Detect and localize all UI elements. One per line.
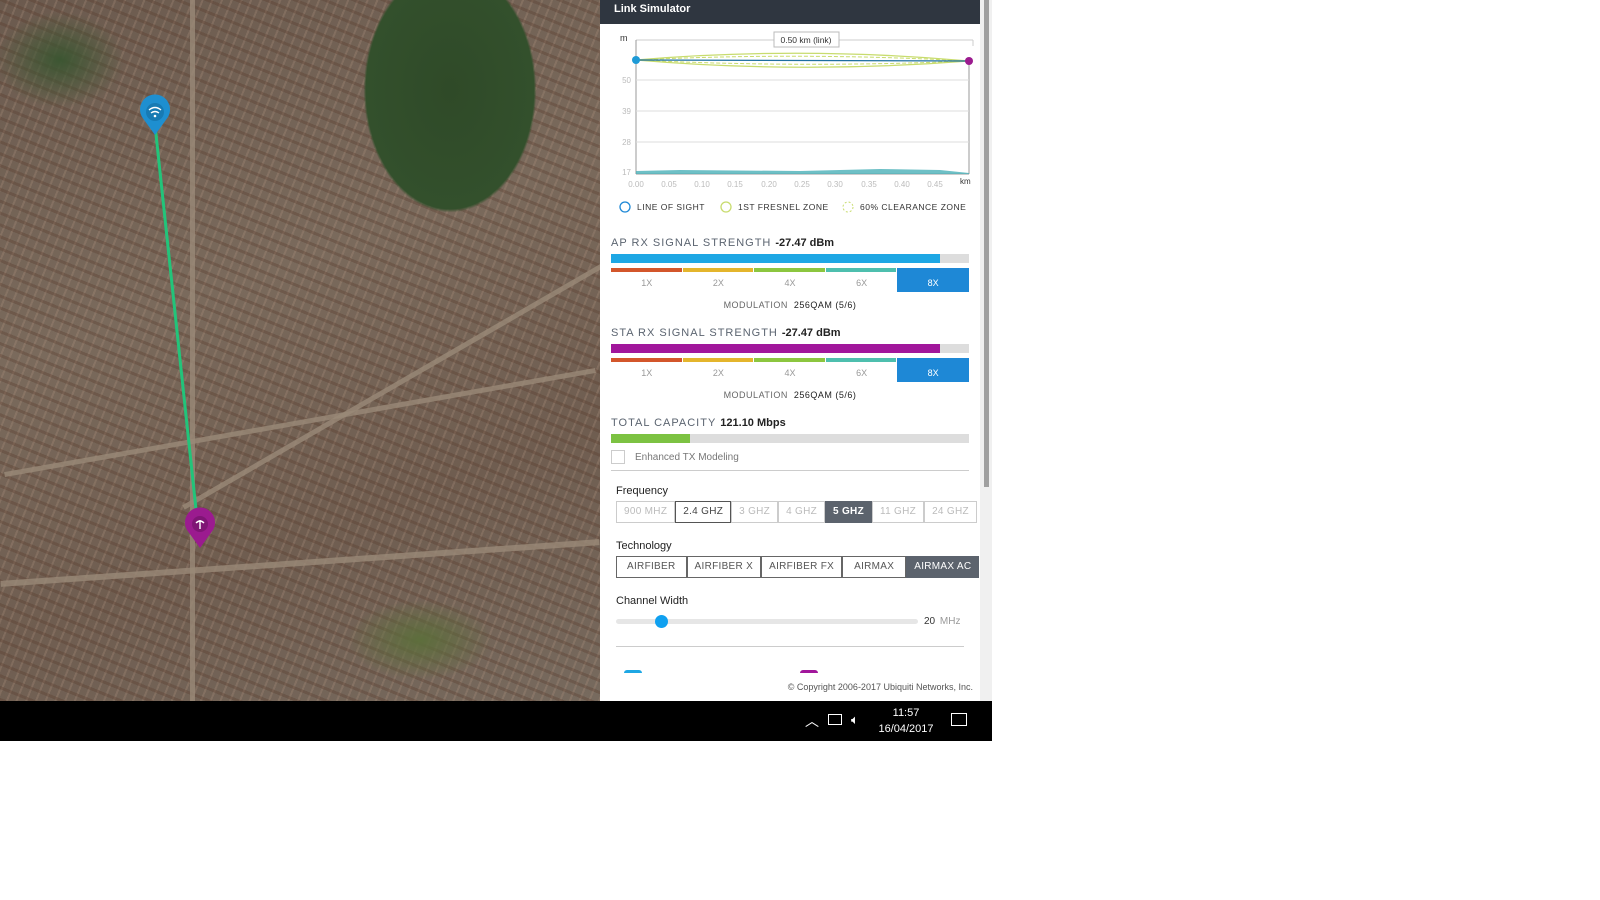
date: 16/04/2017 <box>878 723 934 735</box>
network-icon[interactable] <box>828 714 842 725</box>
time: 11:57 <box>892 707 920 719</box>
sta-signal-section: STA RX SIGNAL STRENGTH -27.47 dBm 1X 2X 4… <box>611 327 969 400</box>
tech-airmax-ac[interactable]: AIRMAX AC <box>906 556 980 578</box>
chevron-up-icon[interactable]: ︿ <box>805 711 819 731</box>
panel-title: Link Simulator <box>600 0 980 24</box>
link-line <box>153 124 200 529</box>
mod-1x: 1X <box>611 358 683 382</box>
volume-icon[interactable]: 🔈︎ <box>851 712 859 728</box>
sta-marker-icon <box>185 507 215 548</box>
slider-handle[interactable] <box>655 615 669 628</box>
freq-900mhz[interactable]: 900 MHZ <box>616 501 676 523</box>
capacity-label: TOTAL CAPACITY <box>611 417 717 429</box>
x-tick: 0.45 <box>927 180 943 189</box>
sta-signal-bar <box>611 344 969 353</box>
legend-clearance-zone: 60% CLEARANCE ZONE <box>860 202 966 212</box>
mod-8x: 8X <box>897 358 969 382</box>
mod-2x: 2X <box>682 268 755 292</box>
ap-signal-label: AP RX SIGNAL STRENGTH <box>611 237 772 249</box>
enhanced-tx-label: Enhanced TX Modeling <box>635 451 739 463</box>
ap-modulation: MODULATION 256QAM (5/6) <box>723 300 857 310</box>
mod-8x: 8X <box>897 268 969 292</box>
mod-1x: 1X <box>611 268 683 292</box>
frequency-selector: 900 MHZ 2.4 GHZ 3 GHZ 4 GHZ 5 GHZ 11 GHZ… <box>616 501 977 523</box>
tech-airmax[interactable]: AIRMAX <box>842 556 907 578</box>
capacity-bar <box>611 434 969 443</box>
ap-signal-value: -27.47 dBm <box>775 237 835 249</box>
tech-airfiber-fx[interactable]: AIRFIBER FX <box>761 556 843 578</box>
x-tick: 0.25 <box>794 180 810 189</box>
scrollbar-thumb[interactable] <box>984 0 989 487</box>
y-tick: 39 <box>622 107 631 116</box>
y-tick: 17 <box>622 168 631 177</box>
x-axis-unit: km <box>960 177 971 186</box>
terrain-profile <box>636 169 969 174</box>
action-center-icon[interactable] <box>951 713 967 726</box>
ap-signal-section: AP RX SIGNAL STRENGTH -27.47 dBm 1X 2X 4X… <box>611 237 969 310</box>
freq-2-4ghz[interactable]: 2.4 GHZ <box>675 501 732 523</box>
sta-signal-value: -27.47 dBm <box>781 327 841 339</box>
freq-5ghz[interactable]: 5 GHZ <box>825 501 872 523</box>
freq-11ghz[interactable]: 11 GHZ <box>871 501 925 523</box>
divider <box>616 646 964 647</box>
channel-width-value: 20 MHz <box>924 616 961 627</box>
copyright: © Copyright 2006-2017 Ubiquiti Networks,… <box>787 682 973 692</box>
tech-airfiber-x[interactable]: AIRFIBER X <box>686 556 762 578</box>
sta-endpoint <box>965 57 973 65</box>
channel-width-label: Channel Width <box>616 595 689 607</box>
x-tick: 0.15 <box>727 180 743 189</box>
ap-device-icon <box>624 670 642 673</box>
elevation-chart: m 0.50 km (link) 50 39 28 17 0.00 0.05 0… <box>619 31 974 213</box>
legend-line-of-sight: LINE OF SIGHT <box>637 202 705 212</box>
ap-endpoint <box>632 56 640 64</box>
link-simulator-panel: Link Simulator m 0.50 km (link) 50 39 28… <box>600 0 980 701</box>
freq-24ghz[interactable]: 24 GHZ <box>924 501 977 523</box>
technology-label: Technology <box>616 540 672 552</box>
divider <box>611 470 969 471</box>
ap-modulation-scale: 1X 2X 4X 6X 8X <box>611 268 969 292</box>
channel-width-slider[interactable] <box>616 615 918 628</box>
x-tick: 0.10 <box>694 180 710 189</box>
tech-airfiber[interactable]: AIRFIBER <box>616 556 687 578</box>
freq-4ghz[interactable]: 4 GHZ <box>778 501 826 523</box>
capacity-value: 121.10 Mbps <box>720 417 786 429</box>
clock[interactable]: 11:57 16/04/2017 <box>872 705 940 737</box>
y-tick: 28 <box>622 138 631 147</box>
satellite-map[interactable] <box>0 0 600 701</box>
mod-6x: 6X <box>825 268 898 292</box>
mod-4x: 4X <box>754 268 826 292</box>
x-tick: 0.00 <box>628 180 644 189</box>
legend-fresnel-zone: 1ST FRESNEL ZONE <box>738 202 829 212</box>
frequency-label: Frequency <box>616 485 668 497</box>
freq-3ghz[interactable]: 3 GHZ <box>731 501 779 523</box>
y-axis-unit: m <box>620 33 628 43</box>
x-tick: 0.35 <box>861 180 877 189</box>
technology-selector: AIRFIBER AIRFIBER X AIRFIBER FX AIRMAX A… <box>616 556 980 578</box>
mod-2x: 2X <box>682 358 755 382</box>
x-tick: 0.40 <box>894 180 910 189</box>
capacity-section: TOTAL CAPACITY 121.10 Mbps Enhanced TX Mo… <box>611 417 969 471</box>
y-tick: 50 <box>622 76 631 85</box>
sta-device-icon <box>800 670 818 673</box>
sta-modulation-scale: 1X 2X 4X 6X 8X <box>611 358 969 382</box>
line-of-sight <box>635 59 970 62</box>
link-distance-label: 0.50 km (link) <box>780 35 831 45</box>
sta-modulation: MODULATION 256QAM (5/6) <box>723 390 857 400</box>
mod-6x: 6X <box>825 358 898 382</box>
x-tick: 0.30 <box>827 180 843 189</box>
x-tick: 0.20 <box>761 180 777 189</box>
enhanced-tx-row[interactable]: Enhanced TX Modeling <box>611 450 739 464</box>
mod-4x: 4X <box>754 358 826 382</box>
taskbar: ︿ 🔈︎ 11:57 16/04/2017 <box>0 701 992 741</box>
ap-signal-bar <box>611 254 969 263</box>
sta-signal-label: STA RX SIGNAL STRENGTH <box>611 327 778 339</box>
enhanced-tx-checkbox[interactable] <box>611 450 625 464</box>
x-tick: 0.05 <box>661 180 677 189</box>
ap-marker-icon <box>140 94 170 135</box>
